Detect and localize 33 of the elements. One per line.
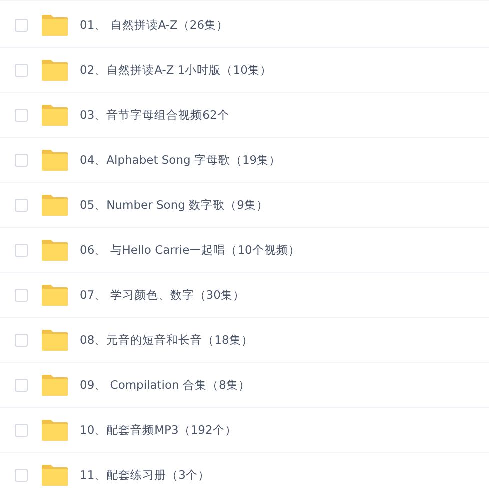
- folder-icon: [42, 194, 68, 216]
- folder-icon: [42, 464, 68, 486]
- folder-icon: [42, 14, 68, 36]
- folder-name[interactable]: 05、Number Song 数字歌（9集）: [80, 198, 268, 212]
- checkbox[interactable]: [15, 288, 28, 302]
- folder-name[interactable]: 03、音节字母组合视频62个: [80, 108, 230, 122]
- checkbox[interactable]: [15, 198, 28, 212]
- checkbox[interactable]: [15, 378, 28, 392]
- folder-name[interactable]: 04、Alphabet Song 字母歌（19集）: [80, 152, 282, 168]
- folder-name[interactable]: 01、 自然拼读A-Z（26集）: [80, 18, 229, 32]
- checkbox[interactable]: [15, 244, 28, 256]
- checkbox[interactable]: [15, 334, 28, 346]
- folder-icon: [42, 330, 68, 350]
- folder-name[interactable]: 07、 学习颜色、数字（30集）: [80, 288, 245, 302]
- checkbox[interactable]: [15, 18, 28, 32]
- folder-icon: [42, 420, 68, 440]
- folder-name[interactable]: 06、 与Hello Carrie一起唱（10个视频）: [80, 242, 300, 258]
- folder-icon: [42, 240, 68, 260]
- folder-name[interactable]: 09、 Compilation 合集（8集）: [80, 378, 250, 392]
- folder-name[interactable]: 11、配套练习册（3个）: [80, 468, 210, 482]
- checkbox[interactable]: [15, 424, 28, 436]
- checkbox[interactable]: [15, 64, 28, 76]
- folder-icon: [42, 374, 68, 396]
- folder-name[interactable]: 08、元音的短音和长音（18集）: [80, 332, 254, 348]
- checkbox[interactable]: [15, 108, 28, 122]
- checkbox[interactable]: [15, 468, 28, 482]
- checkbox[interactable]: [15, 154, 28, 166]
- folder-icon: [42, 104, 68, 126]
- folder-name[interactable]: 10、配套音频MP3（192个）: [80, 422, 237, 438]
- folder-icon: [42, 150, 68, 170]
- folder-icon: [42, 60, 68, 80]
- folder-name[interactable]: 02、自然拼读A-Z 1小时版（10集）: [80, 62, 272, 78]
- folder-icon: [42, 284, 68, 306]
